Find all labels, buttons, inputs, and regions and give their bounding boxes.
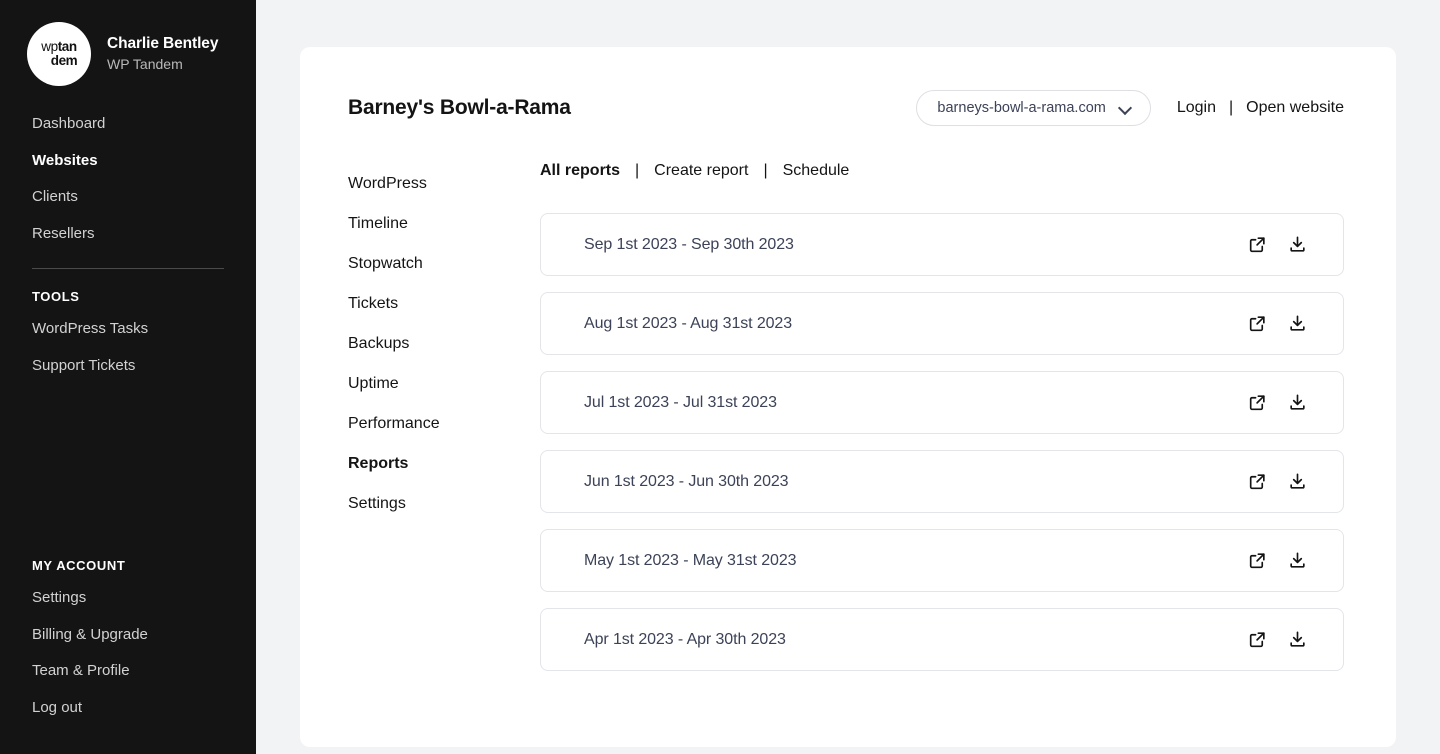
sidebar-item-support-tickets[interactable]: Support Tickets (0, 348, 256, 385)
download-icon[interactable] (1285, 233, 1309, 257)
sidebar-item-billing-upgrade[interactable]: Billing & Upgrade (0, 617, 256, 654)
sidebar-item-resellers[interactable]: Resellers (0, 216, 256, 253)
user-block: Charlie Bentley WP Tandem (107, 34, 218, 75)
report-row-actions (1245, 628, 1309, 652)
report-list: Sep 1st 2023 - Sep 30th 2023 Aug 1st 202… (540, 213, 1344, 671)
report-date-range: May 1st 2023 - May 31st 2023 (584, 551, 797, 569)
sidebar-account-nav: Settings Billing & Upgrade Team & Profil… (0, 580, 256, 726)
report-row-actions (1245, 312, 1309, 336)
sidebar-heading-my-account: MY ACCOUNT (32, 558, 126, 573)
sub-nav-item-tickets[interactable]: Tickets (348, 284, 540, 324)
reports-tabs: All reports | Create report | Schedule (540, 162, 1344, 180)
sub-nav-item-backups[interactable]: Backups (348, 324, 540, 364)
logo-line1-bold: tan (57, 38, 77, 54)
external-link-icon[interactable] (1245, 233, 1269, 257)
tab-separator-2: | (763, 162, 768, 179)
sidebar-account-block: MY ACCOUNT Settings Billing & Upgrade Te… (0, 538, 256, 726)
brand-block: wptan dem Charlie Bentley WP Tandem (0, 0, 256, 86)
report-row-actions (1245, 549, 1309, 573)
sidebar-heading-tools: TOOLS (32, 289, 80, 304)
report-row-actions (1245, 391, 1309, 415)
sub-nav-item-reports[interactable]: Reports (348, 444, 540, 484)
tab-create-report[interactable]: Create report (654, 162, 748, 180)
app-root: wptan dem Charlie Bentley WP Tandem Dash… (0, 0, 1440, 754)
sidebar-item-clients[interactable]: Clients (0, 179, 256, 216)
report-date-range: Apr 1st 2023 - Apr 30th 2023 (584, 630, 786, 648)
sidebar-item-dashboard[interactable]: Dashboard (0, 106, 256, 143)
chevron-down-icon (1120, 102, 1132, 114)
sub-nav-item-wordpress[interactable]: WordPress (348, 164, 540, 204)
external-link-icon[interactable] (1245, 628, 1269, 652)
external-link-icon[interactable] (1245, 391, 1269, 415)
card-body: WordPress Timeline Stopwatch Tickets Bac… (300, 126, 1396, 671)
reports-content: All reports | Create report | Schedule S… (540, 162, 1344, 671)
sidebar-primary-nav: Dashboard Websites Clients Resellers (0, 106, 256, 252)
logo-line1-light: wp (41, 38, 58, 54)
sidebar-item-websites[interactable]: Websites (0, 143, 256, 180)
user-org: WP Tandem (107, 55, 183, 72)
download-icon[interactable] (1285, 391, 1309, 415)
report-row-actions (1245, 470, 1309, 494)
report-date-range: Aug 1st 2023 - Aug 31st 2023 (584, 314, 793, 332)
download-icon[interactable] (1285, 549, 1309, 573)
open-website-link[interactable]: Open website (1246, 99, 1344, 117)
site-select-dropdown[interactable]: barneys-bowl-a-rama.com (916, 90, 1151, 126)
header-links: Login | Open website (1177, 99, 1344, 117)
tab-all-reports[interactable]: All reports (540, 162, 620, 180)
sub-nav-item-settings[interactable]: Settings (348, 484, 540, 524)
card-header: Barney's Bowl-a-Rama barneys-bowl-a-rama… (300, 47, 1396, 126)
report-row[interactable]: Aug 1st 2023 - Aug 31st 2023 (540, 292, 1344, 355)
tab-schedule[interactable]: Schedule (783, 162, 850, 180)
report-date-range: Jun 1st 2023 - Jun 30th 2023 (584, 472, 789, 490)
download-icon[interactable] (1285, 470, 1309, 494)
sub-nav-item-performance[interactable]: Performance (348, 404, 540, 444)
external-link-icon[interactable] (1245, 549, 1269, 573)
site-select-value: barneys-bowl-a-rama.com (937, 100, 1106, 116)
logo-line2: dem (50, 52, 78, 68)
main-sidebar: wptan dem Charlie Bentley WP Tandem Dash… (0, 0, 256, 754)
sidebar-item-log-out[interactable]: Log out (0, 690, 256, 727)
user-name: Charlie Bentley (107, 34, 219, 52)
content-card: Barney's Bowl-a-Rama barneys-bowl-a-rama… (300, 47, 1396, 747)
login-link[interactable]: Login (1177, 99, 1216, 117)
download-icon[interactable] (1285, 312, 1309, 336)
sub-nav-item-uptime[interactable]: Uptime (348, 364, 540, 404)
wptandem-logo-icon: wptan dem (27, 22, 91, 86)
sub-nav-item-timeline[interactable]: Timeline (348, 204, 540, 244)
main-area: Barney's Bowl-a-Rama barneys-bowl-a-rama… (256, 0, 1440, 754)
report-row[interactable]: Apr 1st 2023 - Apr 30th 2023 (540, 608, 1344, 671)
download-icon[interactable] (1285, 628, 1309, 652)
report-row[interactable]: Sep 1st 2023 - Sep 30th 2023 (540, 213, 1344, 276)
tab-separator-1: | (635, 162, 640, 179)
report-date-range: Jul 1st 2023 - Jul 31st 2023 (584, 393, 777, 411)
sidebar-tools-nav: WordPress Tasks Support Tickets (0, 311, 256, 384)
external-link-icon[interactable] (1245, 312, 1269, 336)
header-links-separator: | (1229, 99, 1234, 116)
sidebar-item-settings[interactable]: Settings (0, 580, 256, 617)
page-title: Barney's Bowl-a-Rama (348, 96, 571, 119)
sidebar-item-team-profile[interactable]: Team & Profile (0, 653, 256, 690)
site-sub-nav: WordPress Timeline Stopwatch Tickets Bac… (348, 162, 540, 671)
external-link-icon[interactable] (1245, 470, 1269, 494)
report-row[interactable]: Jul 1st 2023 - Jul 31st 2023 (540, 371, 1344, 434)
sidebar-item-wordpress-tasks[interactable]: WordPress Tasks (0, 311, 256, 348)
report-row[interactable]: Jun 1st 2023 - Jun 30th 2023 (540, 450, 1344, 513)
report-row[interactable]: May 1st 2023 - May 31st 2023 (540, 529, 1344, 592)
sub-nav-item-stopwatch[interactable]: Stopwatch (348, 244, 540, 284)
header-right: barneys-bowl-a-rama.com Login | Open web… (916, 90, 1344, 126)
report-date-range: Sep 1st 2023 - Sep 30th 2023 (584, 235, 794, 253)
report-row-actions (1245, 233, 1309, 257)
